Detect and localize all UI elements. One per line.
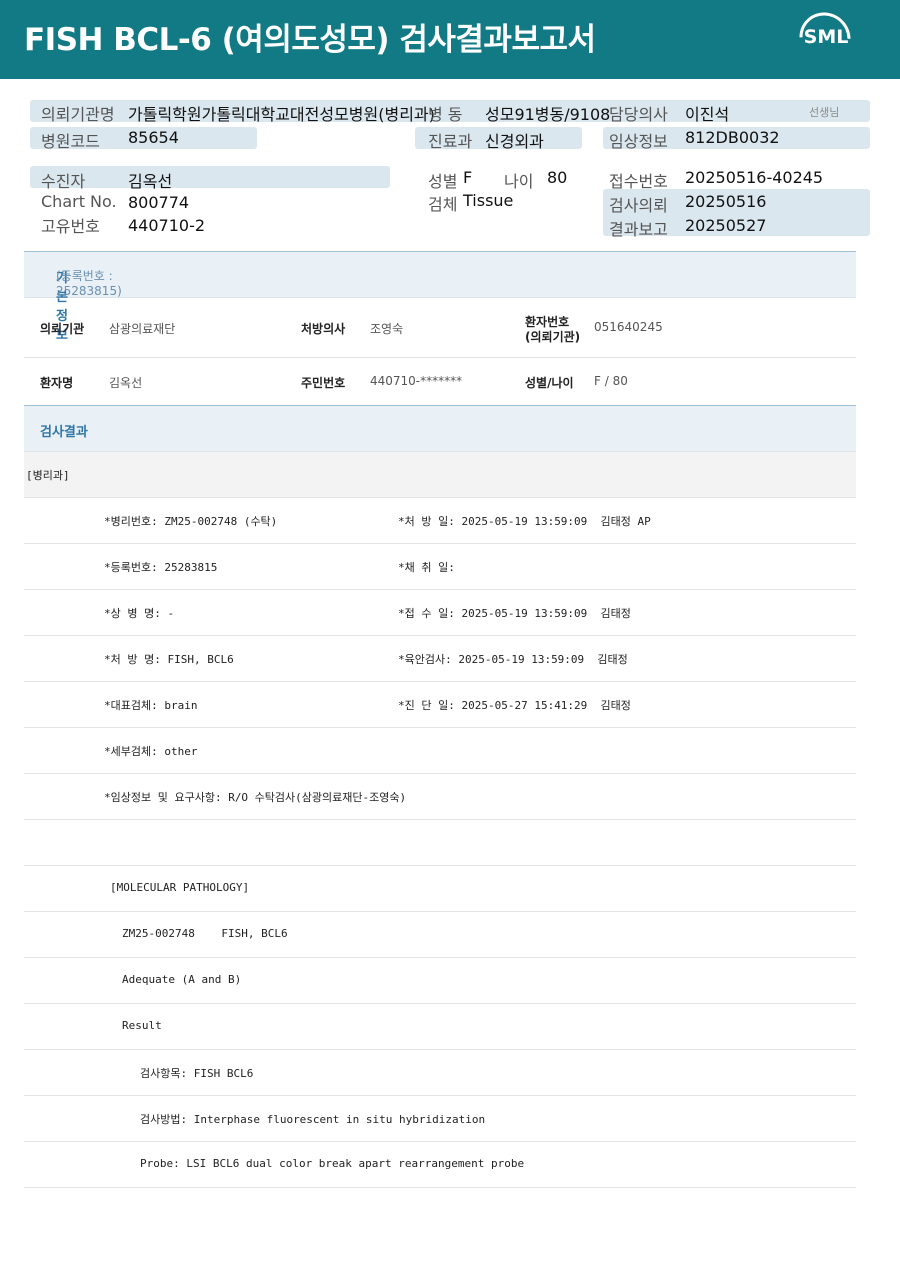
patient-number-label-2: (의뢰기관) <box>525 330 581 344</box>
age-label: 나이 <box>504 172 534 191</box>
patient-label: 수진자 <box>41 172 86 191</box>
patient-number-value: 051640245 <box>594 320 663 334</box>
molecular-pathology-heading: [MOLECULAR PATHOLOGY] <box>110 881 250 894</box>
gross-exam-date: *육안검사: 2025-05-19 13:59:09 김태정 <box>398 653 628 666</box>
patient-value: 김옥선 <box>128 172 173 191</box>
resident-number-label: 주민번호 <box>301 376 346 390</box>
hospital-code-value: 85654 <box>128 128 179 147</box>
report-banner: FISH BCL-6 (여의도성모) 검사결과보고서 SML <box>0 0 900 79</box>
result-department: [병리과] <box>26 469 70 482</box>
result-report-value: 20250527 <box>685 216 767 235</box>
registration-number: (등록번호 : 25283815) <box>56 269 122 298</box>
result-row-method: 검사방법: Interphase fluorescent in situ hyb… <box>24 1096 856 1142</box>
report-title: FISH BCL-6 (여의도성모) 검사결과보고서 <box>24 22 596 58</box>
patient-name-label: 환자명 <box>40 376 74 390</box>
doctor-value: 이진석 <box>685 105 730 124</box>
age-value: 80 <box>547 168 568 187</box>
institution-label: 의뢰기관 <box>40 322 85 336</box>
logo-text: SML <box>803 26 849 48</box>
collection-date: *채 취 일: <box>398 561 455 574</box>
pathology-number: *병리번호: ZM25-002748 (수탁) <box>104 515 278 528</box>
results-title: 검사결과 <box>40 425 88 440</box>
result-row-mp: [MOLECULAR PATHOLOGY] <box>24 866 856 912</box>
result-row-3: *상 병 명: - *접 수 일: 2025-05-19 13:59:09 김태… <box>24 590 856 636</box>
result-row-5: *대표검체: brain *진 단 일: 2025-05-27 15:41:29… <box>24 682 856 728</box>
result-row-4: *처 방 명: FISH, BCL6 *육안검사: 2025-05-19 13:… <box>24 636 856 682</box>
prescriber-value: 조영숙 <box>370 322 404 336</box>
patient-name-value: 김옥선 <box>109 376 143 390</box>
department-value: 신경외과 <box>485 132 544 151</box>
ward-label: 병 동 <box>428 105 463 124</box>
ward-value: 성모91병동/9108 <box>485 105 611 124</box>
result-row-result: Result <box>24 1004 856 1050</box>
basic-info-header: 기본정보 (등록번호 : 25283815) <box>24 251 856 343</box>
result-row-blank <box>24 820 856 866</box>
result-row-7: *임상정보 및 요구사항: R/O 수탁검사(삼광의료재단-조영숙) <box>24 774 856 820</box>
sex-value: F <box>463 168 473 187</box>
department-label: 진료과 <box>428 132 473 151</box>
specimen-label: 검체 <box>428 195 458 214</box>
test-method-line: 검사방법: Interphase fluorescent in situ hyb… <box>140 1113 486 1126</box>
prescription-name: *처 방 명: FISH, BCL6 <box>104 653 234 666</box>
registration-no: *등록번호: 25283815 <box>104 561 218 574</box>
requesting-institution-label: 의뢰기관명 <box>41 105 115 124</box>
result-heading: Result <box>122 1019 162 1032</box>
result-row-test-item: 검사항목: FISH BCL6 <box>24 1050 856 1096</box>
result-row-adequacy: Adequate (A and B) <box>24 958 856 1004</box>
doctor-label: 담당의사 <box>609 105 668 124</box>
prescription-date: *처 방 일: 2025-05-19 13:59:09 김태정 AP <box>398 515 651 528</box>
result-row-probe: Probe: LSI BCL6 dual color break apart r… <box>24 1142 856 1188</box>
diagnosis-date: *진 단 일: 2025-05-27 15:41:29 김태정 <box>398 699 631 712</box>
sex-label: 성별 <box>428 172 458 191</box>
clinical-info-label: 임상정보 <box>609 132 668 151</box>
resident-number-value: 440710-******* <box>370 374 463 388</box>
probe-line: Probe: LSI BCL6 dual color break apart r… <box>140 1157 525 1170</box>
adequacy-line: Adequate (A and B) <box>122 973 242 986</box>
clinical-request: *임상정보 및 요구사항: R/O 수탁검사(삼광의료재단-조영숙) <box>104 791 407 804</box>
result-row-1: *병리번호: ZM25-002748 (수탁) *처 방 일: 2025-05-… <box>24 498 856 544</box>
chart-value: 800774 <box>128 193 190 212</box>
chart-label: Chart No. <box>41 192 117 211</box>
test-request-value: 20250516 <box>685 192 767 211</box>
test-request-label: 검사의뢰 <box>609 196 668 215</box>
detail-specimen: *세부검체: other <box>104 745 198 758</box>
sex-age-value: F / 80 <box>594 374 628 388</box>
representative-specimen: *대표검체: brain <box>104 699 198 712</box>
receipt-date: *접 수 일: 2025-05-19 13:59:09 김태정 <box>398 607 631 620</box>
requesting-institution-value: 가톨릭학원가톨릭대학교대전성모병원(병리과) <box>128 105 435 124</box>
institution-value: 삼광의료재단 <box>109 322 176 336</box>
result-dept-row: [병리과] <box>24 452 856 498</box>
result-row-6: *세부검체: other <box>24 728 856 774</box>
diagnosis-name: *상 병 명: - <box>104 607 175 620</box>
unique-no-label: 고유번호 <box>41 217 100 236</box>
result-report-label: 결과보고 <box>609 220 668 239</box>
sml-logo: SML <box>788 1 862 75</box>
receipt-label: 접수번호 <box>609 172 668 191</box>
doctor-suffix: 선생님 <box>809 106 840 119</box>
result-row-mp-case: ZM25-002748 FISH, BCL6 <box>24 912 856 958</box>
basic-info-row-1: 의뢰기관 삼광의료재단 처방의사 조영숙 환자번호 (의뢰기관) 0516402… <box>24 298 856 358</box>
specimen-value: Tissue <box>463 191 514 210</box>
test-item-line: 검사항목: FISH BCL6 <box>140 1067 254 1080</box>
result-row-2: *등록번호: 25283815 *채 취 일: <box>24 544 856 590</box>
sex-age-label: 성별/나이 <box>525 376 574 390</box>
results-header: 검사결과 <box>24 405 856 452</box>
case-line: ZM25-002748 FISH, BCL6 <box>122 927 288 940</box>
basic-info-row-2: 환자명 김옥선 주민번호 440710-******* 성별/나이 F / 80 <box>24 358 856 405</box>
hospital-code-label: 병원코드 <box>41 132 100 151</box>
unique-no-value: 440710-2 <box>128 216 206 235</box>
prescriber-label: 처방의사 <box>301 322 346 336</box>
clinical-info-value: 812DB0032 <box>685 128 780 147</box>
receipt-value: 20250516-40245 <box>685 168 824 187</box>
